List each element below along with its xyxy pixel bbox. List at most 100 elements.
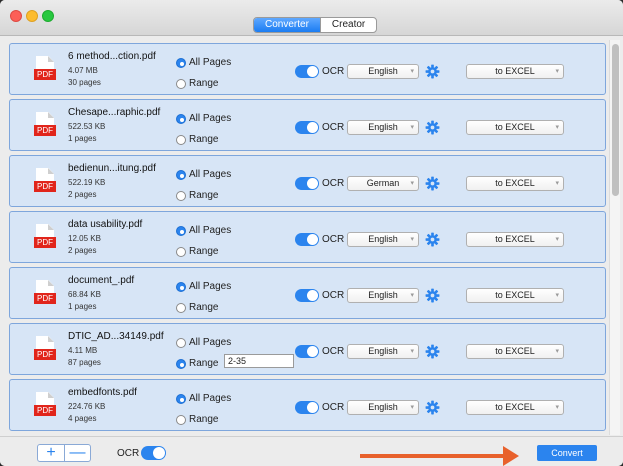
file-row[interactable]: PDF bedienun...itung.pdf 522.19 KB 2 pages A… [9, 155, 606, 207]
language-select[interactable]: English ▾ [347, 344, 419, 359]
chevron-down-icon: ▾ [410, 236, 414, 243]
range-radio[interactable] [176, 191, 186, 201]
plus-icon[interactable]: + [38, 445, 64, 461]
file-row[interactable]: PDF 6 method...ction.pdf 4.07 MB 30 pages Al… [9, 43, 606, 95]
range-radio[interactable] [176, 415, 186, 425]
ocr-label: OCR [322, 122, 345, 133]
file-page-count: 4 pages [68, 414, 97, 423]
file-name: 6 method...ction.pdf [68, 51, 156, 62]
file-row[interactable]: PDF DTIC_AD...34149.pdf 4.11 MB 87 pages All… [9, 323, 606, 375]
gear-icon[interactable] [425, 176, 440, 191]
gear-icon[interactable] [425, 400, 440, 415]
gear-icon[interactable] [425, 232, 440, 247]
all-pages-radio[interactable] [176, 338, 186, 348]
ocr-toggle[interactable] [295, 401, 319, 414]
ocr-toggle[interactable] [295, 345, 319, 358]
all-pages-radio[interactable] [176, 58, 186, 68]
gear-icon[interactable] [425, 344, 440, 359]
all-pages-label: All Pages [189, 113, 232, 124]
language-select[interactable]: German ▾ [347, 176, 419, 191]
file-size: 522.19 KB [68, 178, 106, 187]
all-pages-label: All Pages [189, 225, 232, 236]
scrollbar[interactable] [609, 40, 620, 435]
all-pages-label: All Pages [189, 57, 232, 68]
all-pages-radio[interactable] [176, 282, 186, 292]
gear-icon[interactable] [425, 64, 440, 79]
gear-icon[interactable] [425, 288, 440, 303]
file-name: embedfonts.pdf [68, 387, 137, 398]
mode-tabs: Converter Creator [253, 17, 378, 33]
pdf-file-icon: PDF [34, 224, 56, 252]
convert-button[interactable]: Convert [537, 445, 597, 461]
range-radio[interactable] [176, 303, 186, 313]
language-select[interactable]: English ▾ [347, 64, 419, 79]
output-format-select[interactable]: to EXCEL ▾ [466, 232, 564, 247]
output-format-select[interactable]: to EXCEL ▾ [466, 64, 564, 79]
tab-creator[interactable]: Creator [319, 18, 376, 32]
all-pages-radio[interactable] [176, 114, 186, 124]
chevron-down-icon: ▾ [410, 68, 414, 75]
file-row[interactable]: PDF data usability.pdf 12.05 KB 2 pages All … [9, 211, 606, 263]
language-select[interactable]: English ▾ [347, 400, 419, 415]
language-value: English [368, 66, 398, 76]
pdf-file-icon: PDF [34, 280, 56, 308]
output-format-value: to EXCEL [495, 346, 535, 356]
all-pages-radio[interactable] [176, 394, 186, 404]
scrollbar-thumb[interactable] [612, 44, 619, 196]
toggle-knob [307, 178, 318, 189]
ocr-toggle[interactable] [295, 289, 319, 302]
title-bar: Converter Creator [0, 0, 623, 36]
add-remove-control: + — [37, 444, 91, 462]
global-ocr-toggle[interactable] [141, 446, 166, 460]
language-select[interactable]: English ▾ [347, 120, 419, 135]
arrow-head-icon [503, 446, 519, 466]
language-select[interactable]: English ▾ [347, 288, 419, 303]
output-format-value: to EXCEL [495, 234, 535, 244]
toggle-knob [307, 346, 318, 357]
pdf-file-icon: PDF [34, 392, 56, 420]
range-radio[interactable] [176, 247, 186, 257]
minimize-window-button[interactable] [26, 10, 38, 22]
pdf-badge: PDF [34, 125, 56, 136]
ocr-toggle[interactable] [295, 121, 319, 134]
output-format-select[interactable]: to EXCEL ▾ [466, 288, 564, 303]
gear-icon[interactable] [425, 120, 440, 135]
language-value: English [368, 402, 398, 412]
maximize-window-button[interactable] [42, 10, 54, 22]
chevron-down-icon: ▾ [410, 348, 414, 355]
language-select[interactable]: English ▾ [347, 232, 419, 247]
range-radio[interactable] [176, 79, 186, 89]
file-size: 224.76 KB [68, 402, 106, 411]
all-pages-radio[interactable] [176, 170, 186, 180]
output-format-value: to EXCEL [495, 290, 535, 300]
ocr-toggle[interactable] [295, 65, 319, 78]
ocr-toggle[interactable] [295, 177, 319, 190]
tab-converter[interactable]: Converter [254, 18, 320, 32]
chevron-down-icon: ▾ [555, 180, 559, 187]
range-label: Range [189, 190, 219, 201]
all-pages-label: All Pages [189, 337, 232, 348]
minus-icon[interactable]: — [64, 445, 90, 461]
file-row[interactable]: PDF Chesape...raphic.pdf 522.53 KB 1 pages A… [9, 99, 606, 151]
close-window-button[interactable] [10, 10, 22, 22]
output-format-select[interactable]: to EXCEL ▾ [466, 176, 564, 191]
range-radio[interactable] [176, 359, 186, 369]
file-list: PDF 6 method...ction.pdf 4.07 MB 30 pages Al… [9, 40, 606, 435]
chevron-down-icon: ▾ [555, 68, 559, 75]
ocr-toggle[interactable] [295, 233, 319, 246]
chevron-down-icon: ▾ [410, 404, 414, 411]
output-format-value: to EXCEL [495, 402, 535, 412]
output-format-select[interactable]: to EXCEL ▾ [466, 400, 564, 415]
all-pages-radio[interactable] [176, 226, 186, 236]
range-radio[interactable] [176, 135, 186, 145]
ocr-label: OCR [322, 290, 345, 301]
file-row[interactable]: PDF document_.pdf 68.84 KB 1 pages All Pages… [9, 267, 606, 319]
page-range-input[interactable]: 2-35 [224, 354, 294, 368]
output-format-select[interactable]: to EXCEL ▾ [466, 120, 564, 135]
file-row[interactable]: PDF embedfonts.pdf 224.76 KB 4 pages All Pag… [9, 379, 606, 431]
chevron-down-icon: ▾ [555, 292, 559, 299]
range-label: Range [189, 358, 219, 369]
output-format-select[interactable]: to EXCEL ▾ [466, 344, 564, 359]
chevron-down-icon: ▾ [410, 180, 414, 187]
toggle-knob [307, 122, 318, 133]
